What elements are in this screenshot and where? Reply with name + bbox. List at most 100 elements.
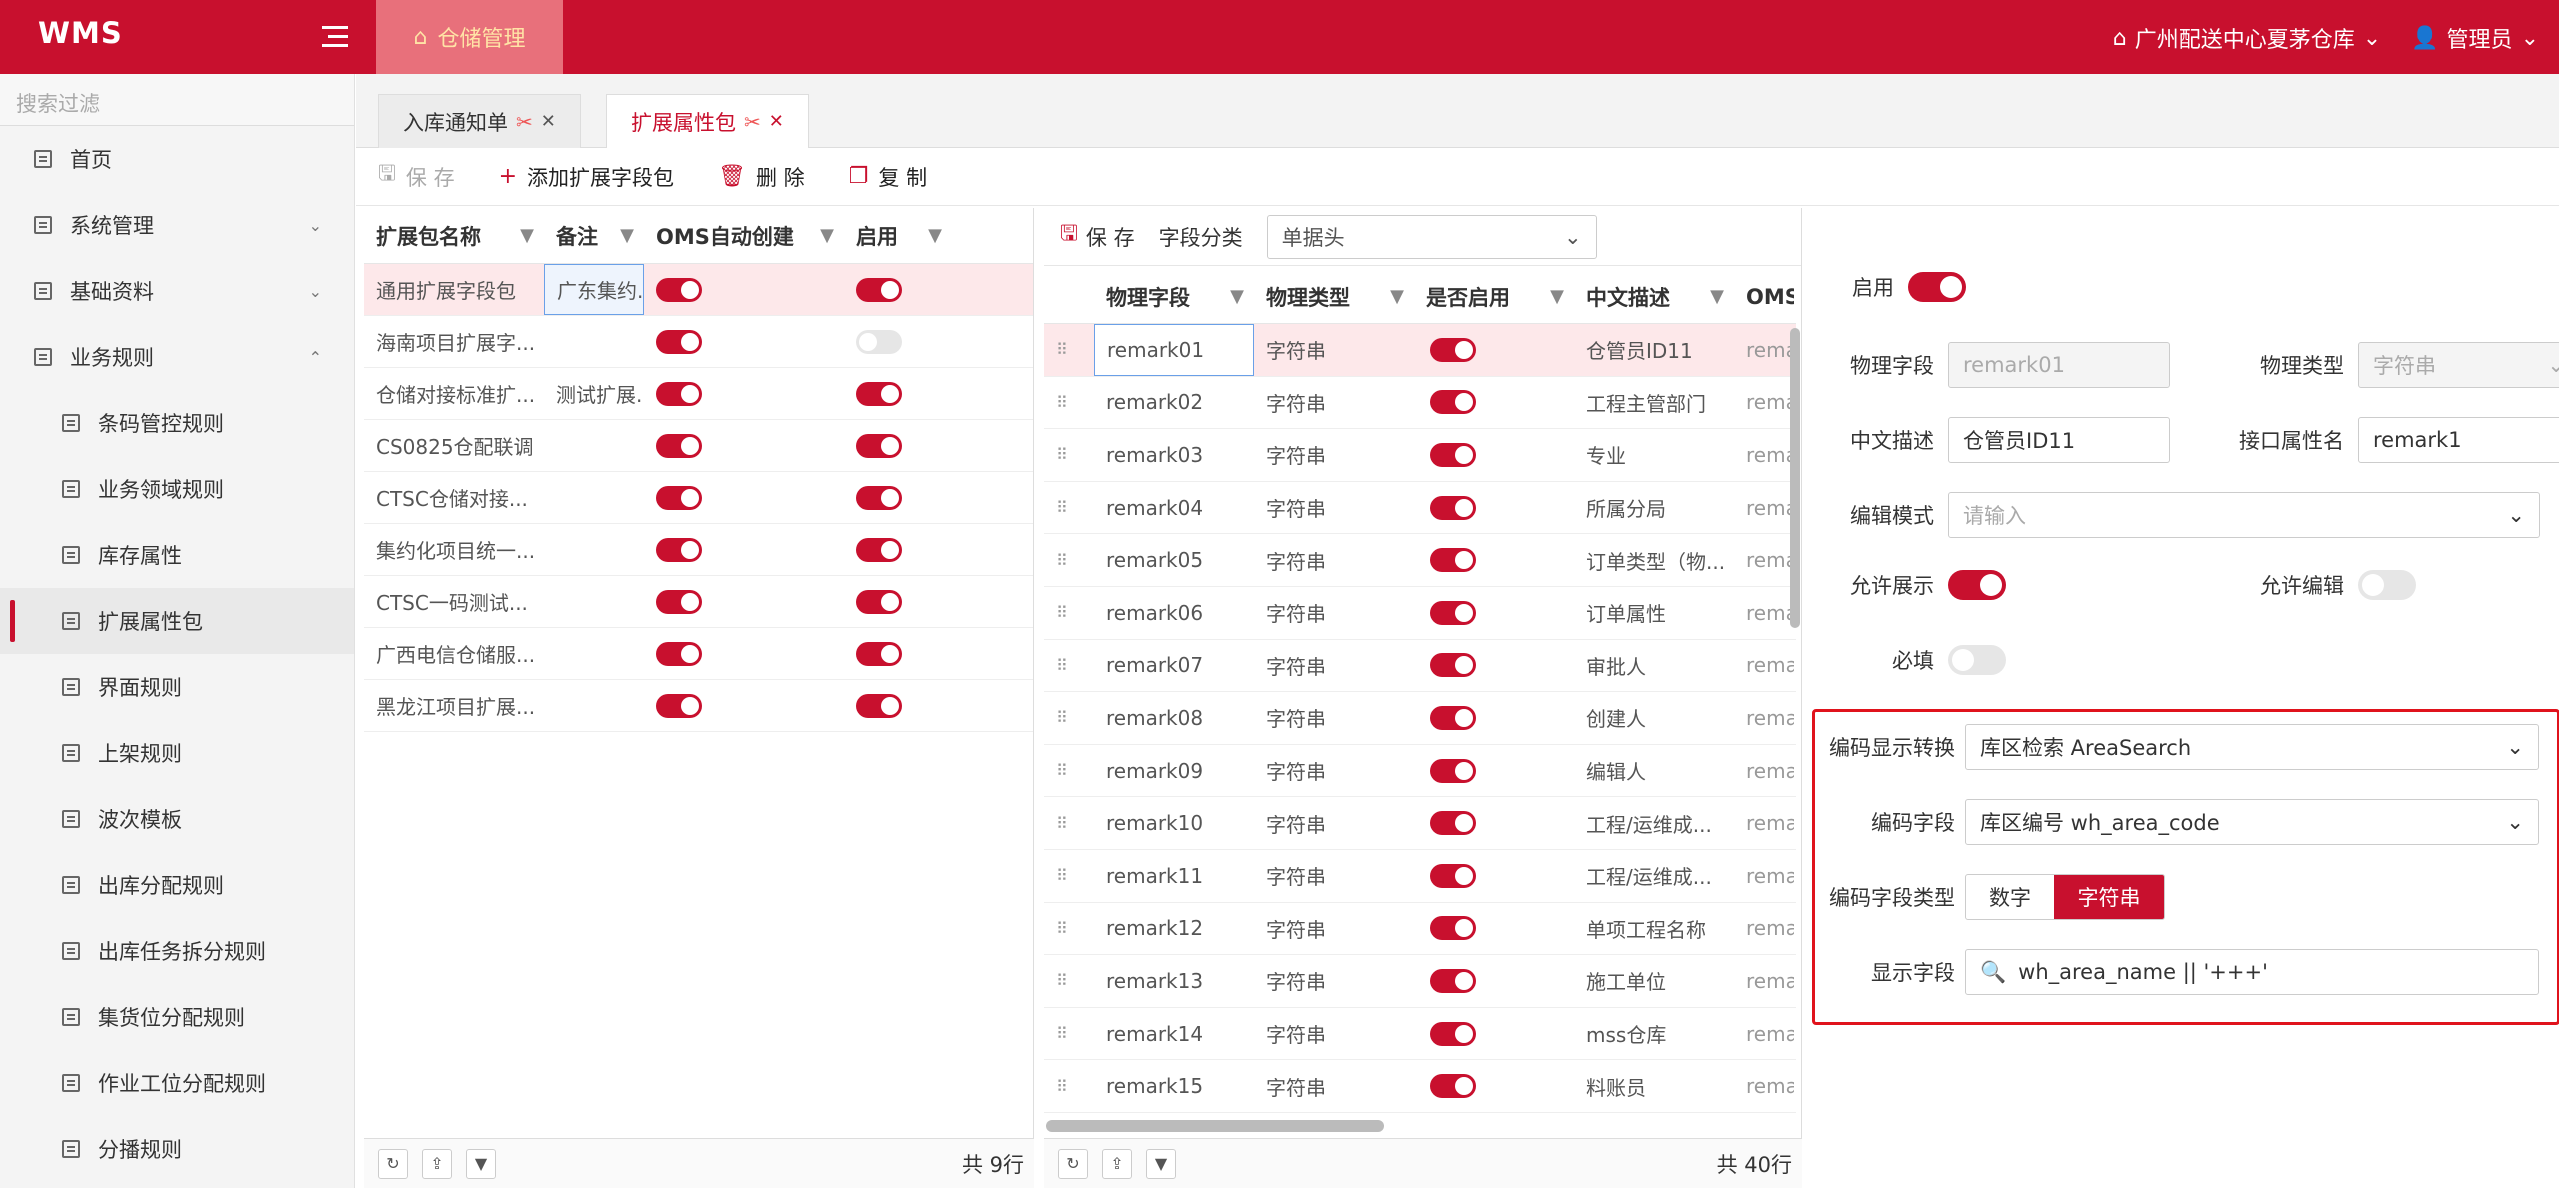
- col-header[interactable]: 物理字段 ▼: [1094, 270, 1254, 323]
- table-row[interactable]: 仓储对接标准扩...测试扩展...: [364, 368, 1033, 420]
- drag-handle-icon[interactable]: ⠿: [1044, 1008, 1094, 1060]
- sidebar-item[interactable]: 业务规则 ⌃: [0, 324, 354, 390]
- drag-handle-icon[interactable]: ⠿: [1044, 745, 1094, 797]
- drag-handle-icon[interactable]: ⠿: [1044, 377, 1094, 429]
- add-extension-button[interactable]: + 添加扩展字段包: [499, 162, 674, 192]
- cell-field[interactable]: remark14: [1094, 1008, 1254, 1060]
- oms-toggle[interactable]: [656, 537, 702, 562]
- cell-type[interactable]: 字符串: [1254, 850, 1414, 902]
- refresh-icon[interactable]: ↻: [378, 1148, 408, 1179]
- drag-handle-icon[interactable]: ⠿: [1044, 850, 1094, 902]
- cell-type[interactable]: 字符串: [1254, 692, 1414, 744]
- cell-name[interactable]: CS0825仓配联调: [364, 420, 544, 471]
- table-row[interactable]: ⠿ remark04 字符串 所属分局 rema: [1044, 482, 1796, 535]
- table-row[interactable]: CTSC仓储对接...: [364, 472, 1033, 524]
- table-row[interactable]: 通用扩展字段包广东集约...: [364, 264, 1033, 316]
- cell-enabled[interactable]: [1414, 482, 1574, 534]
- col-header[interactable]: 扩展包名称 ▼: [364, 208, 544, 263]
- required-toggle[interactable]: [1948, 645, 2006, 675]
- cell-field[interactable]: remark02: [1094, 377, 1254, 429]
- edit-mode-select[interactable]: 请输入 ⌄: [1948, 492, 2540, 538]
- cell-field[interactable]: remark04: [1094, 482, 1254, 534]
- sidebar-subitem[interactable]: 库存属性: [0, 522, 354, 588]
- drag-handle-icon[interactable]: ⠿: [1044, 692, 1094, 744]
- cell-oms[interactable]: rema: [1734, 850, 1794, 902]
- cell-enabled[interactable]: [844, 472, 952, 523]
- cell-type[interactable]: 字符串: [1254, 482, 1414, 534]
- cell-oms[interactable]: [644, 472, 844, 523]
- top-tab-warehouse[interactable]: ⌂ 仓储管理: [376, 0, 563, 74]
- warehouse-selector[interactable]: ⌂ 广州配送中心夏茅仓库 ⌄: [2113, 22, 2381, 54]
- cell-desc[interactable]: 编辑人: [1574, 745, 1734, 797]
- oms-toggle[interactable]: [656, 381, 702, 406]
- code-type-string[interactable]: 字符串: [2054, 875, 2164, 919]
- table-row[interactable]: ⠿ remark14 字符串 mss仓库 rema: [1044, 1008, 1796, 1061]
- table-row[interactable]: ⠿ remark06 字符串 订单属性 rema: [1044, 587, 1796, 640]
- cell-oms[interactable]: rema: [1734, 377, 1794, 429]
- cell-enabled[interactable]: [844, 316, 952, 367]
- cell-note[interactable]: [544, 524, 644, 575]
- sidebar-subitem[interactable]: 出库分配规则: [0, 852, 354, 918]
- cell-note[interactable]: [544, 628, 644, 679]
- cell-desc[interactable]: 施工单位: [1574, 955, 1734, 1007]
- cell-oms[interactable]: rema: [1734, 692, 1794, 744]
- cell-name[interactable]: CTSC一码测试...: [364, 576, 544, 627]
- col-header[interactable]: 是否启用 ▼: [1414, 270, 1574, 323]
- oms-toggle[interactable]: [656, 277, 702, 302]
- enabled-toggle[interactable]: [1430, 811, 1476, 836]
- display-field-input[interactable]: 🔍 wh_area_name || '+++': [1965, 949, 2539, 995]
- enabled-toggle[interactable]: [856, 277, 902, 302]
- drag-handle-icon[interactable]: ⠿: [1044, 640, 1094, 692]
- enabled-toggle[interactable]: [1430, 1074, 1476, 1099]
- cell-desc[interactable]: 审批人: [1574, 640, 1734, 692]
- drag-handle-icon[interactable]: ⠿: [1044, 324, 1094, 376]
- cell-note[interactable]: [544, 472, 644, 523]
- cell-enabled[interactable]: [1414, 429, 1574, 481]
- user-menu[interactable]: 👤 管理员 ⌄: [2411, 22, 2539, 54]
- col-header[interactable]: 备注 ▼: [544, 208, 644, 263]
- cell-field[interactable]: remark05: [1094, 534, 1254, 586]
- cell-type[interactable]: 字符串: [1254, 955, 1414, 1007]
- cell-name[interactable]: 黑龙江项目扩展...: [364, 680, 544, 731]
- enabled-toggle[interactable]: [856, 537, 902, 562]
- phys-field-input[interactable]: remark01: [1948, 342, 2170, 388]
- cell-type[interactable]: 字符串: [1254, 534, 1414, 586]
- cell-enabled[interactable]: [1414, 640, 1574, 692]
- enabled-toggle[interactable]: [1430, 916, 1476, 941]
- enabled-toggle[interactable]: [1430, 390, 1476, 415]
- field-save-button[interactable]: 🖫 保 存: [1060, 219, 1135, 254]
- oms-toggle[interactable]: [656, 641, 702, 666]
- cell-field[interactable]: remark01: [1094, 324, 1254, 376]
- filter-icon[interactable]: ▼: [1390, 286, 1404, 307]
- cell-enabled[interactable]: [1414, 797, 1574, 849]
- cell-enabled[interactable]: [844, 524, 952, 575]
- enabled-toggle[interactable]: [1430, 758, 1476, 783]
- table-row[interactable]: ⠿ remark03 字符串 专业 rema: [1044, 429, 1796, 482]
- sidebar-subitem[interactable]: 分播规则: [0, 1116, 354, 1182]
- cell-desc[interactable]: 工程/运维成...: [1574, 850, 1734, 902]
- cell-oms[interactable]: [644, 264, 844, 315]
- cell-type[interactable]: 字符串: [1254, 1008, 1414, 1060]
- horizontal-scrollbar[interactable]: [1046, 1120, 1384, 1132]
- drag-handle-icon[interactable]: ⠿: [1044, 903, 1094, 955]
- filter-icon[interactable]: ▼: [1146, 1148, 1176, 1179]
- cell-oms[interactable]: [644, 628, 844, 679]
- sidebar-subitem[interactable]: 界面规则: [0, 654, 354, 720]
- table-row[interactable]: ⠿ remark01 字符串 仓管员ID11 rema: [1044, 324, 1796, 377]
- table-row[interactable]: ⠿ remark12 字符串 单项工程名称 rema: [1044, 903, 1796, 956]
- table-row[interactable]: 集约化项目统一...: [364, 524, 1033, 576]
- cell-type[interactable]: 字符串: [1254, 640, 1414, 692]
- cell-note[interactable]: 广东集约...: [544, 264, 644, 315]
- cell-enabled[interactable]: [1414, 850, 1574, 902]
- cell-type[interactable]: 字符串: [1254, 324, 1414, 376]
- cell-type[interactable]: 字符串: [1254, 377, 1414, 429]
- col-header[interactable]: 中文描述 ▼: [1574, 270, 1734, 323]
- category-select[interactable]: 单据头 ⌄: [1266, 214, 1597, 259]
- enabled-toggle[interactable]: [856, 641, 902, 666]
- cell-oms[interactable]: rema: [1734, 745, 1794, 797]
- enabled-toggle[interactable]: [856, 329, 902, 354]
- cell-note[interactable]: [544, 420, 644, 471]
- delete-button[interactable]: 🗑 删 除: [718, 162, 805, 192]
- oms-toggle[interactable]: [656, 329, 702, 354]
- cell-enabled[interactable]: [1414, 1060, 1574, 1112]
